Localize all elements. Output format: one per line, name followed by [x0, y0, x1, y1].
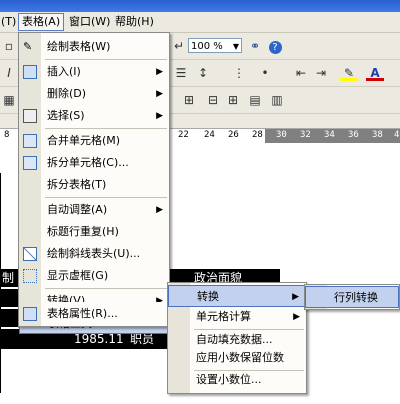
toolbar-icon[interactable]: ▫ [0, 37, 18, 55]
zoom-value: 100 % [191, 41, 223, 52]
menu-separator [45, 59, 167, 60]
ruler-tick: 34 [324, 130, 335, 140]
menu-item-label: 行列转换 [334, 291, 378, 304]
cell-text: 制 [2, 271, 15, 285]
select-table-icon [23, 109, 37, 123]
table-tools-submenu: 转换 ▶ 单元格计算 ▶ 自动填充数据... 应用小数保留位数 设置小数位... [167, 282, 307, 394]
menu-item-split-table[interactable]: 拆分表格(T) [19, 174, 169, 196]
submenu-item-cell-calculation[interactable]: 单元格计算 ▶ [168, 306, 306, 328]
menu-item-table-properties[interactable]: 表格属性(R)... [19, 303, 169, 325]
title-bar [0, 0, 400, 12]
table-autoformat-icon[interactable]: ▤ [246, 91, 264, 109]
menu-item-label: 插入(I) [47, 65, 81, 78]
ruler-tick: 40 [394, 130, 400, 140]
help-icon[interactable]: ? [266, 37, 284, 55]
table-tool-icon[interactable]: ▦ [0, 91, 18, 109]
menu-item-label: 转换 [197, 290, 219, 303]
chevron-right-icon: ▶ [156, 89, 163, 99]
menu-item-label: 自动调整(A) [47, 203, 108, 216]
menu-item-label: 显示虚框(G) [47, 269, 109, 282]
menu-item-label: 拆分表格(T) [47, 178, 107, 191]
submenu-item-transpose[interactable]: 行列转换 [305, 286, 399, 308]
chevron-down-icon: ▼ [232, 42, 239, 51]
menu-item-label: 删除(D) [47, 87, 87, 100]
distribute-columns-icon[interactable]: ⊞ [224, 91, 242, 109]
submenu-item-set-decimals[interactable]: 设置小数位... [168, 369, 306, 391]
ruler-tick: 30 [276, 130, 287, 140]
menu-help[interactable]: 帮助(H) [112, 14, 157, 30]
chevron-right-icon: ▶ [292, 292, 299, 302]
table-menu: ✎ 绘制表格(W) 插入(I) ▶ 删除(D) ▶ 选择(S) ▶ 合并单元格(… [18, 32, 170, 334]
chevron-right-icon: ▶ [156, 111, 163, 121]
menu-item-label: 拆分单元格(C)... [47, 156, 129, 169]
submenu-item-convert[interactable]: 转换 ▶ [168, 285, 306, 307]
zoom-select[interactable]: 100 % ▼ [188, 38, 242, 53]
ruler-tick: 36 [348, 130, 359, 140]
chevron-right-icon: ▶ [156, 205, 163, 215]
align-justify-icon[interactable]: ☰ [172, 64, 190, 82]
menu-item-label: 选择(S) [47, 109, 85, 122]
ruler-tick: 8 [4, 130, 10, 140]
submenu-item-apply-decimals[interactable]: 应用小数保留位数 [168, 347, 306, 369]
merge-cells-icon [23, 134, 37, 148]
ruler-tick: 38 [372, 130, 383, 140]
ruler-tick: 32 [300, 130, 311, 140]
increase-indent-icon[interactable]: ⇥ [312, 64, 330, 82]
line-spacing-icon[interactable]: ↕ [194, 64, 212, 82]
ruler-tick: 26 [228, 130, 239, 140]
menu-item-select[interactable]: 选择(S) ▶ [19, 105, 169, 127]
insert-table-icon [23, 65, 37, 79]
menu-item-label: 绘制表格(W) [47, 40, 111, 53]
selected-table-row[interactable] [0, 309, 18, 327]
distribute-rows-icon[interactable]: ⊟ [204, 91, 222, 109]
undo-arrow-icon[interactable]: ↵ [170, 37, 188, 55]
table-menu-tail: 表格属性(R)... [18, 302, 170, 327]
menu-item-heading-rows-repeat[interactable]: 标题行重复(H) [19, 221, 169, 243]
align-cell-icon[interactable]: ⊞ [180, 91, 198, 109]
bullets-icon[interactable]: • [256, 64, 274, 82]
menu-separator [45, 288, 167, 289]
ruler-tick: 24 [204, 130, 215, 140]
menu-item-split-cells[interactable]: 拆分单元格(C)... [19, 152, 169, 174]
binoculars-icon[interactable]: ⚭ [246, 37, 264, 55]
menu-item-partial[interactable]: (T) [0, 14, 19, 30]
ruler-tick: 22 [178, 130, 189, 140]
ruler-tick: 28 [252, 130, 263, 140]
menu-item-merge-cells[interactable]: 合并单元格(M) [19, 130, 169, 152]
font-color-icon[interactable]: A [366, 64, 384, 81]
menu-item-autofit[interactable]: 自动调整(A) ▶ [19, 199, 169, 221]
diagonal-header-icon [23, 247, 37, 261]
menu-separator [45, 197, 167, 198]
menu-bar: (T) 表格(A) 窗口(W) 帮助(H) [0, 12, 400, 33]
menu-table[interactable]: 表格(A) [18, 13, 65, 31]
menu-item-label: 标题行重复(H) [47, 225, 119, 238]
menu-item-show-gridlines[interactable]: 显示虚框(G) [19, 265, 169, 287]
menu-item-draw-table[interactable]: ✎ 绘制表格(W) [19, 36, 169, 58]
sort-icon[interactable]: ▥ [268, 91, 286, 109]
pencil-icon: ✎ [23, 40, 33, 53]
italic-icon[interactable]: I [0, 64, 18, 82]
menu-item-label: 表格属性(R)... [47, 307, 118, 320]
convert-submenu: 行列转换 [304, 284, 400, 310]
menu-window[interactable]: 窗口(W) [66, 14, 113, 30]
menu-separator [45, 128, 167, 129]
gridlines-icon [23, 269, 37, 283]
numbering-icon[interactable]: ⋮ [230, 64, 248, 82]
selected-table-row[interactable] [0, 289, 18, 307]
menu-item-delete[interactable]: 删除(D) ▶ [19, 83, 169, 105]
chevron-right-icon: ▶ [156, 67, 163, 77]
menu-item-label: 绘制斜线表头(U)... [47, 247, 141, 260]
menu-item-label: 应用小数保留位数 [196, 351, 284, 364]
menu-item-label: 合并单元格(M) [47, 134, 121, 147]
menu-item-diagonal-header[interactable]: 绘制斜线表头(U)... [19, 243, 169, 265]
table-properties-icon [23, 307, 37, 321]
menu-item-insert[interactable]: 插入(I) ▶ [19, 61, 169, 83]
chevron-right-icon: ▶ [293, 312, 300, 322]
menu-item-label: 单元格计算 [196, 310, 251, 323]
highlight-icon[interactable]: ✎ [340, 64, 358, 81]
split-cells-icon [23, 156, 37, 170]
decrease-indent-icon[interactable]: ⇤ [292, 64, 310, 82]
menu-item-label: 设置小数位... [196, 373, 262, 386]
